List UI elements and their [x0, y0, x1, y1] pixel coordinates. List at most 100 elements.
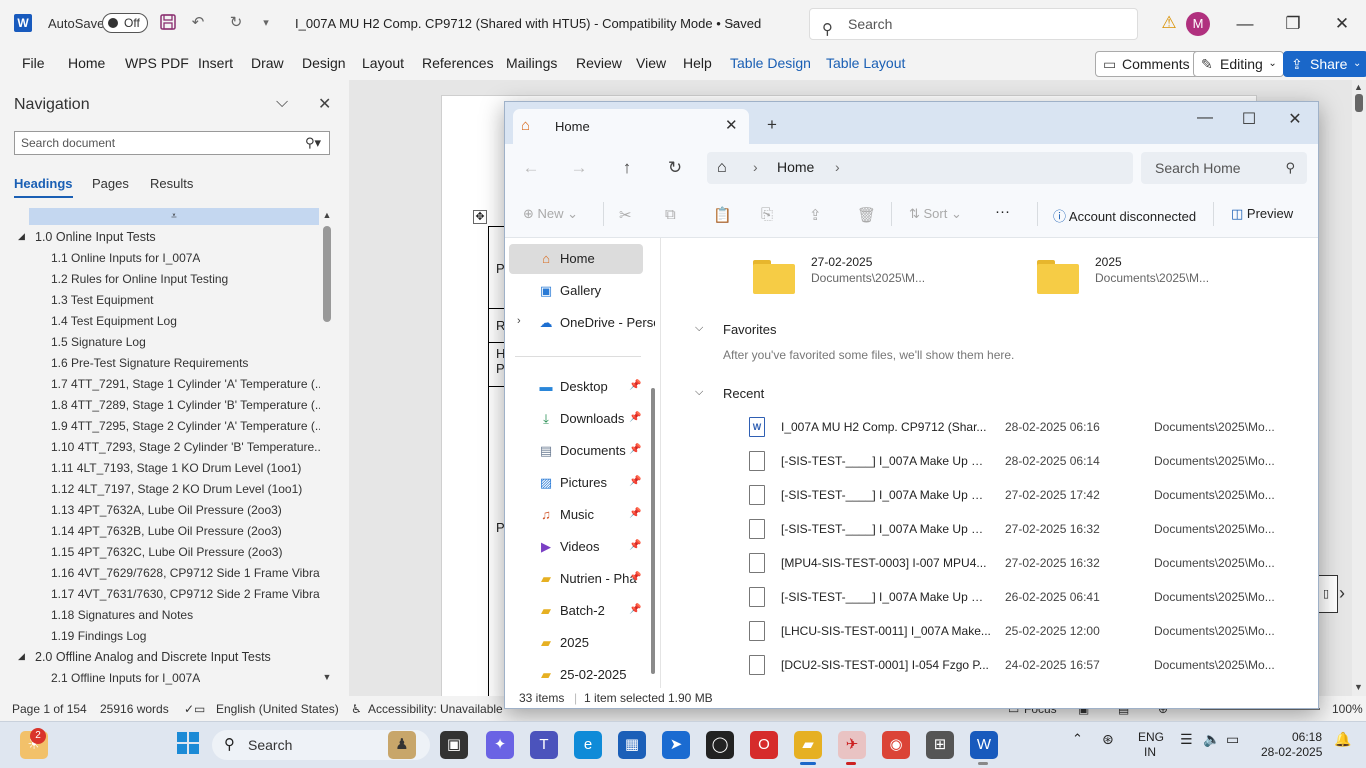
sidebar-item-gallery[interactable]: ▣ Gallery: [505, 276, 655, 306]
customize-quick-access-icon[interactable]: ▾: [256, 13, 276, 33]
new-tab-icon[interactable]: +: [767, 115, 777, 135]
quick-access-folder-name[interactable]: 27-02-2025: [811, 255, 872, 269]
sidebar-item-videos[interactable]: ▶ Videos 📌: [505, 532, 655, 562]
opera-icon[interactable]: O: [750, 731, 778, 759]
nav-heading-item[interactable]: 1.0 Online Input Tests: [35, 230, 156, 244]
nav-heading-item[interactable]: 1.2 Rules for Online Input Testing: [51, 272, 228, 286]
recent-section-header[interactable]: ⌵ Recent: [695, 386, 764, 401]
nav-heading-item[interactable]: 1.4 Test Equipment Log: [51, 314, 177, 328]
home-icon[interactable]: ⌂: [717, 159, 727, 177]
clock-time[interactable]: 06:18: [1292, 730, 1322, 744]
document-scroll-thumb[interactable]: [1355, 94, 1363, 112]
sidebar-item-music[interactable]: ♫ Music 📌: [505, 500, 655, 530]
nav-heading-item[interactable]: 1.16 4VT_7629/7628, CP9712 Side 1 Frame …: [51, 566, 320, 580]
more-options-icon[interactable]: ···: [995, 203, 1010, 220]
nav-heading-item[interactable]: 1.9 4TT_7295, Stage 2 Cylinder 'A' Tempe…: [51, 419, 320, 433]
nav-search-input[interactable]: Search document ⚲▾: [14, 131, 330, 155]
favorites-section-header[interactable]: ⌵ Favorites: [695, 322, 776, 337]
tab-mailings[interactable]: Mailings: [506, 55, 557, 71]
tab-table-layout[interactable]: Table Layout: [826, 55, 905, 71]
maximize-icon[interactable]: ☐: [1237, 109, 1261, 129]
preview-button[interactable]: ◫ Preview: [1231, 206, 1293, 222]
close-tab-icon[interactable]: ✕: [725, 116, 738, 134]
forward-arrow-icon[interactable]: →: [567, 158, 591, 178]
tab-layout[interactable]: Layout: [362, 55, 404, 71]
recent-file-row[interactable]: [LHCU-SIS-TEST-0011] I_007A Make... 25-0…: [749, 616, 1289, 646]
document-title[interactable]: I_007A MU H2 Comp. CP9712 (Shared with H…: [295, 16, 761, 31]
nav-options-chevron-icon[interactable]: ⌵: [276, 94, 288, 112]
sidebar-item-documents[interactable]: ▤ Documents 📌: [505, 436, 655, 466]
redo-icon[interactable]: ↻: [226, 13, 246, 33]
up-arrow-icon[interactable]: ↑: [615, 158, 639, 178]
tab-table-design[interactable]: Table Design: [730, 55, 811, 71]
comments-button[interactable]: ▭ Comments: [1095, 51, 1199, 77]
input-language-bottom[interactable]: IN: [1144, 745, 1156, 759]
nav-heading-item[interactable]: 2.1 Offline Inputs for I_007A: [51, 671, 200, 685]
nav-heading-item[interactable]: 1.11 4LT_7193, Stage 1 KO Drum Level (1o…: [51, 461, 301, 475]
folder-icon[interactable]: [1037, 260, 1079, 294]
paste-icon[interactable]: 📋: [713, 206, 732, 224]
recent-file-row[interactable]: [-SIS-TEST-____] I_007A Make Up H2... 26…: [749, 582, 1289, 612]
editing-mode-button[interactable]: ✎ Editing ⌄: [1193, 51, 1284, 77]
accessibility-status[interactable]: Accessibility: Unavailable: [368, 702, 503, 716]
nav-heading-item[interactable]: 1.12 4LT_7197, Stage 2 KO Drum Level (1o…: [51, 482, 302, 496]
tab-help[interactable]: Help: [683, 55, 712, 71]
breadcrumb-chevron-icon[interactable]: ›: [835, 159, 840, 175]
tab-wps-pdf[interactable]: WPS PDF: [125, 55, 189, 71]
tab-draw[interactable]: Draw: [251, 55, 284, 71]
scroll-up-icon[interactable]: ▲: [322, 210, 332, 220]
back-arrow-icon[interactable]: ←: [519, 158, 543, 178]
nav-close-icon[interactable]: ✕: [318, 94, 331, 114]
store-icon[interactable]: ▦: [618, 731, 646, 759]
show-hidden-icons-icon[interactable]: ⌃: [1072, 731, 1083, 747]
sidebar-item-nutrien[interactable]: ▰ Nutrien - Pha 📌: [505, 564, 655, 594]
tab-pages[interactable]: Pages: [92, 176, 129, 191]
edge-icon[interactable]: e: [574, 731, 602, 759]
folder-icon[interactable]: [753, 260, 795, 294]
input-language-top[interactable]: ENG: [1138, 730, 1164, 744]
sidebar-item-onedrive[interactable]: › ☁ OneDrive - Perso: [505, 308, 655, 338]
scroll-down-icon[interactable]: ▼: [1354, 682, 1363, 692]
nav-heading-item[interactable]: 1.5 Signature Log: [51, 335, 146, 349]
zoom-level[interactable]: 100%: [1332, 702, 1363, 716]
nav-heading-item[interactable]: 1.17 4VT_7631/7630, CP9712 Side 2 Frame …: [51, 587, 320, 601]
autosave-toggle[interactable]: Off: [102, 13, 148, 33]
sidebar-item-25-02-2025[interactable]: ▰ 25-02-2025: [505, 660, 655, 690]
nav-heading-item[interactable]: 1.7 4TT_7291, Stage 1 Cylinder 'A' Tempe…: [51, 377, 320, 391]
cut-icon[interactable]: ✂: [619, 206, 632, 224]
nav-scroll-thumb[interactable]: [323, 226, 331, 322]
tab-review[interactable]: Review: [576, 55, 622, 71]
restore-icon[interactable]: ❐: [1278, 10, 1308, 38]
copilot-icon[interactable]: ✦: [486, 731, 514, 759]
breadcrumb-home[interactable]: Home: [777, 159, 814, 175]
tab-references[interactable]: References: [422, 55, 494, 71]
power-automate-icon[interactable]: ➤: [662, 731, 690, 759]
page-count[interactable]: Page 1 of 154: [12, 702, 87, 716]
nav-heading-item[interactable]: 1.3 Test Equipment: [51, 293, 154, 307]
teams-icon[interactable]: T: [530, 731, 558, 759]
copy-icon[interactable]: ⧉: [665, 206, 676, 223]
chrome-icon[interactable]: ◉: [882, 731, 910, 759]
recent-file-row[interactable]: [DCU2-SIS-TEST-0001] I-054 Fzgo P... 24-…: [749, 650, 1289, 680]
recent-file-row[interactable]: [MPU4-SIS-TEST-0003] I-007 MPU4... 27-02…: [749, 548, 1289, 578]
delete-icon[interactable]: 🗑: [857, 206, 876, 224]
explorer-tab-home[interactable]: ⌂ Home ✕: [513, 109, 749, 144]
start-icon[interactable]: [174, 731, 202, 759]
volume-icon[interactable]: 🔈: [1203, 731, 1220, 748]
search-icon[interactable]: ⚲▾: [305, 132, 321, 154]
wifi-icon[interactable]: ☰: [1180, 731, 1193, 748]
notification-bell-icon[interactable]: 🔔: [1334, 731, 1351, 748]
word-search-input[interactable]: ⚲ Search: [809, 8, 1138, 40]
sort-button[interactable]: ⇅ Sort ⌄: [909, 206, 962, 222]
next-page-arrow-icon[interactable]: ›: [1339, 583, 1345, 604]
tab-insert[interactable]: Insert: [198, 55, 233, 71]
nav-heading-item[interactable]: 1.6 Pre-Test Signature Requirements: [51, 356, 248, 370]
language-status[interactable]: English (United States): [216, 702, 339, 716]
expand-chevron-icon[interactable]: ›: [517, 315, 521, 327]
rename-icon[interactable]: ⎘: [761, 206, 773, 223]
minimize-icon[interactable]: —: [1193, 109, 1217, 127]
chevron-down-icon[interactable]: ⌵: [695, 322, 703, 335]
scroll-down-icon[interactable]: ▼: [322, 672, 332, 682]
nav-scrollbar[interactable]: ▲ ▼: [322, 210, 332, 686]
address-path[interactable]: ⌂ › Home ›: [707, 152, 1133, 184]
